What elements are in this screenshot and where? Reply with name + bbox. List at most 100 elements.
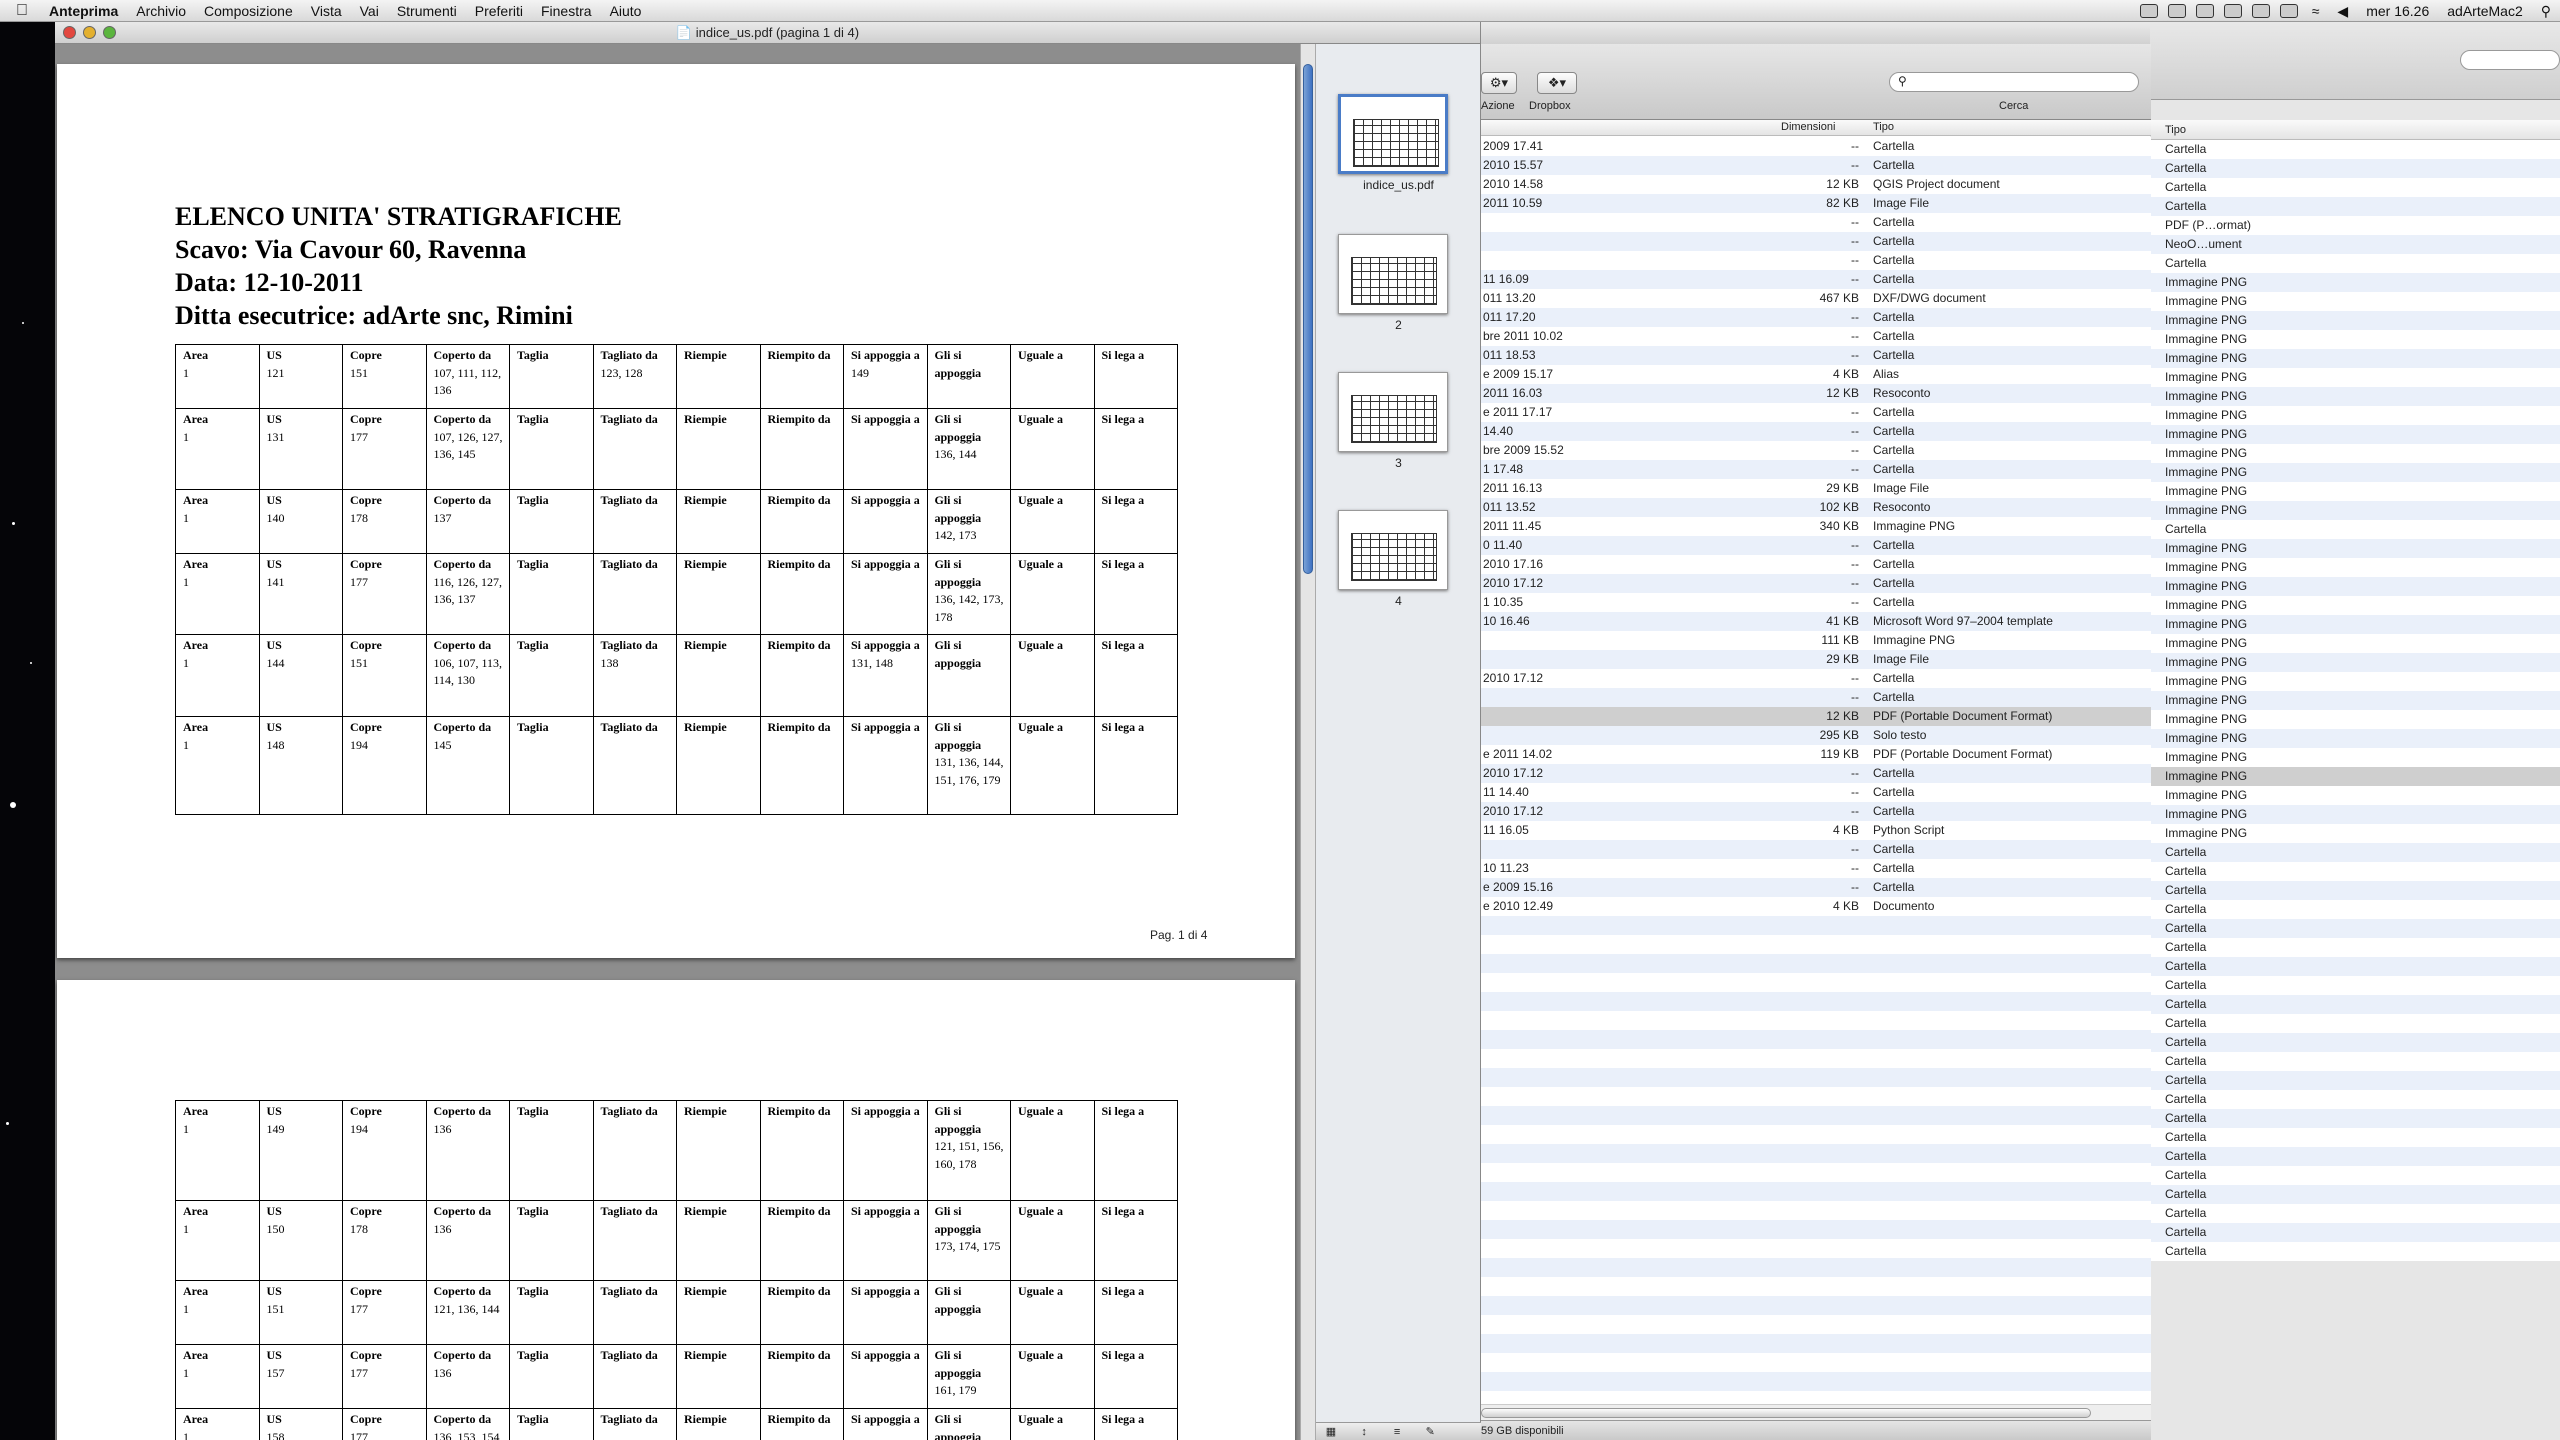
action-gear-icon[interactable]: ⚙▾ bbox=[1481, 72, 1517, 94]
list-item[interactable]: 1 17.48 -- Cartella bbox=[1481, 460, 2151, 479]
list-item[interactable]: 10 11.23 -- Cartella bbox=[1481, 859, 2151, 878]
list-item[interactable]: 1 10.35 -- Cartella bbox=[1481, 593, 2151, 612]
list-item[interactable]: -- Cartella bbox=[1481, 688, 2151, 707]
list-item[interactable]: -- Cartella bbox=[1481, 840, 2151, 859]
list-item[interactable]: 2011 10.59 82 KB Image File bbox=[1481, 194, 2151, 213]
cell-header: Taglia bbox=[517, 1412, 549, 1426]
list-item[interactable]: 111 KB Immagine PNG bbox=[1481, 631, 2151, 650]
close-button[interactable] bbox=[63, 26, 76, 39]
list-item[interactable]: 295 KB Solo testo bbox=[1481, 726, 2151, 745]
display-icon[interactable] bbox=[2195, 4, 2214, 18]
menu-app-name[interactable]: Anteprima bbox=[40, 0, 127, 22]
menu-item-archivio[interactable]: Archivio bbox=[127, 0, 195, 22]
file-size: 12 KB bbox=[1826, 386, 1859, 400]
list-item[interactable]: bre 2011 10.02 -- Cartella bbox=[1481, 327, 2151, 346]
list-item[interactable]: 011 13.20 467 KB DXF/DWG document bbox=[1481, 289, 2151, 308]
sidebar-toggle-icon[interactable]: ↕ bbox=[1349, 1423, 1379, 1440]
list-item[interactable]: 011 17.20 -- Cartella bbox=[1481, 308, 2151, 327]
list-item[interactable]: 11 16.09 -- Cartella bbox=[1481, 270, 2151, 289]
cell-header: Taglia bbox=[517, 1204, 549, 1218]
file-type: Cartella bbox=[1873, 766, 1915, 780]
list-item[interactable]: 2011 11.45 340 KB Immagine PNG bbox=[1481, 517, 2151, 536]
cell-header: Tagliato da bbox=[600, 557, 658, 571]
list-item[interactable]: 2010 17.16 -- Cartella bbox=[1481, 555, 2151, 574]
zoom-button[interactable] bbox=[103, 26, 116, 39]
cell-header: Riempito da bbox=[767, 638, 831, 652]
list-item[interactable]: 2010 14.58 12 KB QGIS Project document bbox=[1481, 175, 2151, 194]
list-item[interactable]: 29 KB Image File bbox=[1481, 650, 2151, 669]
list-item[interactable]: 2011 16.03 12 KB Resoconto bbox=[1481, 384, 2151, 403]
list-item[interactable]: 14.40 -- Cartella bbox=[1481, 422, 2151, 441]
list-item[interactable]: -- Cartella bbox=[1481, 232, 2151, 251]
list-item[interactable]: e 2011 17.17 -- Cartella bbox=[1481, 403, 2151, 422]
list-item[interactable]: 011 18.53 -- Cartella bbox=[1481, 346, 2151, 365]
table-cell: Riempie bbox=[676, 634, 761, 717]
menu-item-finestra[interactable]: Finestra bbox=[532, 0, 601, 22]
dropbox-icon[interactable]: ❖▾ bbox=[1537, 72, 1577, 94]
list-item[interactable]: bre 2009 15.52 -- Cartella bbox=[1481, 441, 2151, 460]
menu-item-strumenti[interactable]: Strumenti bbox=[388, 0, 466, 22]
thumbnail-page-3[interactable] bbox=[1338, 372, 1448, 452]
menu-item-vai[interactable]: Vai bbox=[351, 0, 388, 22]
table-cell: Gli si appoggia bbox=[926, 1280, 1011, 1345]
table-cell: Riempie bbox=[676, 1280, 761, 1345]
list-view-icon[interactable]: ≡ bbox=[1382, 1423, 1412, 1440]
menu-item-vista[interactable]: Vista bbox=[302, 0, 351, 22]
thumbnail-page-4[interactable] bbox=[1338, 510, 1448, 590]
desktop-background bbox=[0, 22, 60, 1440]
list-item[interactable]: 2010 17.12 -- Cartella bbox=[1481, 764, 2151, 783]
menu-user[interactable]: adArteMac2 bbox=[2438, 3, 2531, 19]
list-item[interactable]: e 2009 15.17 4 KB Alias bbox=[1481, 365, 2151, 384]
list-item[interactable]: 2010 15.57 -- Cartella bbox=[1481, 156, 2151, 175]
thumbnail-page-2[interactable] bbox=[1338, 234, 1448, 314]
menu-item-preferiti[interactable]: Preferiti bbox=[466, 0, 532, 22]
scrollbar-knob[interactable] bbox=[1303, 64, 1313, 574]
list-item[interactable]: -- Cartella bbox=[1481, 213, 2151, 232]
list-item[interactable]: 11 16.05 4 KB Python Script bbox=[1481, 821, 2151, 840]
list-item[interactable]: 0 11.40 -- Cartella bbox=[1481, 536, 2151, 555]
menu-item-composizione[interactable]: Composizione bbox=[195, 0, 302, 22]
menu-clock[interactable]: mer 16.26 bbox=[2357, 3, 2438, 19]
thumbnail-label: 2 bbox=[1395, 318, 1402, 332]
app-status-icon[interactable] bbox=[2167, 4, 2186, 18]
list-item[interactable]: 2011 16.13 29 KB Image File bbox=[1481, 479, 2151, 498]
cell-value: 136 bbox=[433, 1221, 452, 1236]
list-item[interactable]: 11 14.40 -- Cartella bbox=[1481, 783, 2151, 802]
list-item[interactable]: e 2009 15.16 -- Cartella bbox=[1481, 878, 2151, 897]
cell-header: Uguale a bbox=[1018, 638, 1063, 652]
cell-header: Uguale a bbox=[1018, 720, 1063, 734]
scrollbar-knob[interactable] bbox=[1481, 1408, 2091, 1418]
file-type: Cartella bbox=[1873, 671, 1915, 685]
list-item[interactable]: 2010 17.12 -- Cartella bbox=[1481, 574, 2151, 593]
finder-horizontal-scrollbar[interactable] bbox=[1481, 1404, 2151, 1420]
list-item[interactable]: 10 16.46 41 KB Microsoft Word 97–2004 temp… bbox=[1481, 612, 2151, 631]
time-machine-icon[interactable] bbox=[2251, 4, 2270, 18]
menu-item-aiuto[interactable]: Aiuto bbox=[601, 0, 651, 22]
contact-sheet-icon[interactable]: ▦ bbox=[1316, 1423, 1346, 1440]
wifi-icon[interactable]: ≈ bbox=[2303, 3, 2329, 19]
document-vertical-scrollbar[interactable] bbox=[1300, 44, 1315, 1440]
list-item[interactable]: -- Cartella bbox=[1481, 251, 2151, 270]
list-item[interactable]: 2010 17.12 -- Cartella bbox=[1481, 802, 2151, 821]
thumbnail-page-1[interactable] bbox=[1338, 94, 1448, 174]
list-item[interactable]: 12 KB PDF (Portable Document Format) bbox=[1481, 707, 2151, 726]
sync-icon[interactable] bbox=[2279, 4, 2298, 18]
list-item[interactable]: e 2010 12.49 4 KB Documento bbox=[1481, 897, 2151, 916]
column-header-size[interactable]: Dimensioni bbox=[1781, 121, 1835, 133]
minimize-button[interactable] bbox=[83, 26, 96, 39]
column-header-type[interactable]: Tipo bbox=[1873, 121, 1894, 133]
apple-menu-icon[interactable]:  bbox=[16, 0, 40, 22]
bluetooth-icon[interactable] bbox=[2223, 4, 2242, 18]
list-item[interactable]: 2009 17.41 -- Cartella bbox=[1481, 137, 2151, 156]
list-item[interactable]: e 2011 14.02 119 KB PDF (Portable Document… bbox=[1481, 745, 2151, 764]
cell-header: Copre bbox=[350, 1104, 382, 1118]
spotlight-icon[interactable]: ⚲ bbox=[2532, 3, 2560, 20]
list-item[interactable]: 2010 17.12 -- Cartella bbox=[1481, 669, 2151, 688]
dropbox-status-icon[interactable] bbox=[2139, 4, 2158, 18]
list-item[interactable]: 011 13.52 102 KB Resoconto bbox=[1481, 498, 2151, 517]
document-view[interactable]: ELENCO UNITA' STRATIGRAFICHE Scavo: Via … bbox=[55, 44, 1300, 1440]
volume-icon[interactable]: ◀ bbox=[2328, 3, 2357, 20]
edit-icon[interactable]: ✎ bbox=[1415, 1423, 1445, 1440]
finder-back-search-input[interactable] bbox=[2460, 50, 2560, 70]
finder-search-input[interactable]: ⚲ bbox=[1889, 72, 2139, 92]
